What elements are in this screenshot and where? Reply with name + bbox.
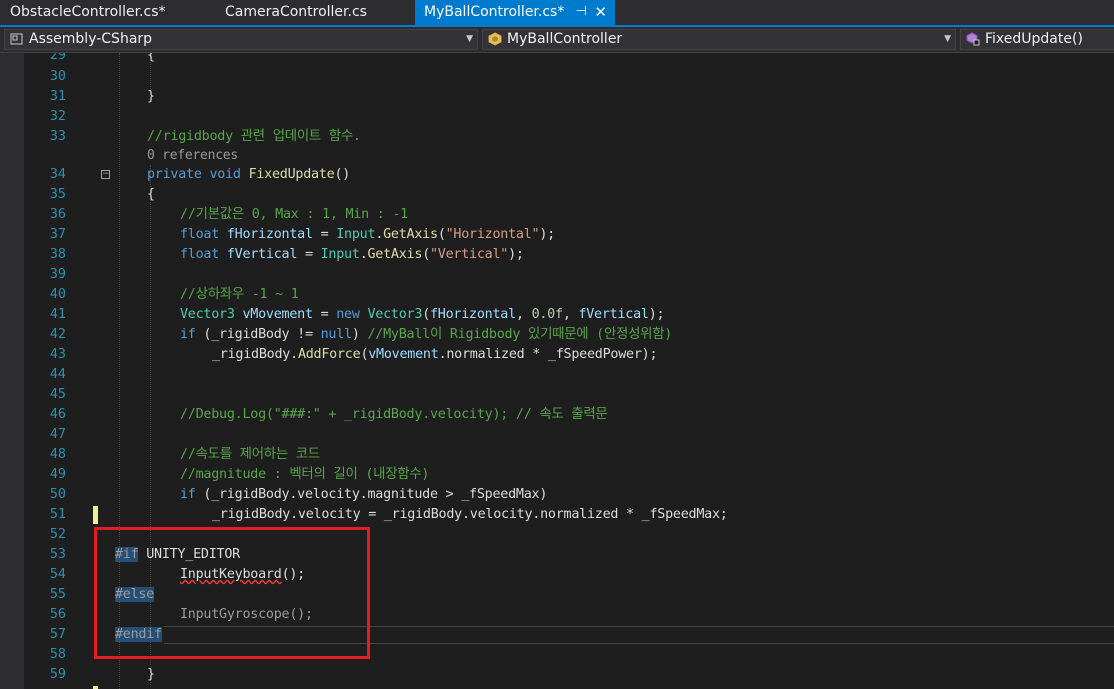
project-name: Assembly-CSharp (29, 31, 153, 47)
class-dropdown[interactable]: MyBallController ▼ (482, 29, 956, 50)
member-name: FixedUpdate() (985, 31, 1083, 47)
line-number: 43 (49, 347, 66, 362)
tab-myball-controller[interactable]: MyBallController.cs* ⊣ ✕ (415, 0, 615, 25)
code-text: _rigidBody.velocity = _rigidBody.velocit… (212, 507, 728, 522)
code-line: 48 //속도를 제어하는 코드 (0, 445, 1114, 465)
code-text: float fHorizontal = Input.GetAxis("Horiz… (180, 227, 555, 242)
code-line: 38 float fVertical = Input.GetAxis("Vert… (0, 245, 1114, 265)
method-icon (966, 32, 980, 46)
tab-label: ObstacleController.cs* (10, 4, 166, 20)
code-text: Vector3 vMovement = new Vector3(fHorizon… (180, 307, 665, 322)
line-number: 52 (49, 527, 66, 542)
code-line: 49 //magnitude : 벡터의 길이 (내장함수) (0, 465, 1114, 485)
class-icon (488, 32, 502, 46)
line-number: 34 (49, 167, 66, 182)
line-number: 38 (49, 247, 66, 262)
line-number: 36 (49, 207, 66, 222)
code-line: 35 { (0, 185, 1114, 205)
line-number: 59 (49, 667, 66, 682)
line-number: 39 (49, 267, 66, 282)
tab-label: MyBallController.cs* (424, 4, 565, 20)
line-number: 45 (49, 387, 66, 402)
code-line: 34 private void FixedUpdate() (0, 165, 1114, 185)
chevron-down-icon: ▼ (944, 34, 951, 44)
tab-label: CameraController.cs (225, 4, 367, 20)
code-line: 47 (0, 425, 1114, 445)
line-number: 31 (49, 89, 66, 104)
code-line: 30 (0, 67, 1114, 87)
code-line: 41 Vector3 vMovement = new Vector3(fHori… (0, 305, 1114, 325)
line-number: 50 (49, 487, 66, 502)
codelens-line: 0 references (0, 147, 1114, 165)
line-number: 54 (49, 567, 66, 582)
code-line: 40 //상하좌우 -1 ~ 1 (0, 285, 1114, 305)
project-dropdown[interactable]: Assembly-CSharp ▼ (4, 29, 478, 50)
line-number: 49 (49, 467, 66, 482)
code-line: 37 float fHorizontal = Input.GetAxis("Ho… (0, 225, 1114, 245)
tab-camera-controller[interactable]: CameraController.cs (205, 0, 415, 25)
line-number: 37 (49, 227, 66, 242)
navigation-bar: Assembly-CSharp ▼ MyBallController ▼ Fix… (0, 27, 1114, 53)
line-number: 53 (49, 547, 66, 562)
code-text: if (_rigidBody.velocity.magnitude > _fSp… (180, 487, 548, 502)
code-line: 33 //rigidbody 관련 업데이트 함수. (0, 127, 1114, 147)
code-line: 44 (0, 365, 1114, 385)
code-comment: //기본값은 0, Max : 1, Min : -1 (180, 207, 408, 222)
code-line: 32 (0, 107, 1114, 127)
line-number: 29 (49, 53, 66, 63)
line-number: 40 (49, 287, 66, 302)
code-line: 50 if (_rigidBody.velocity.magnitude > _… (0, 485, 1114, 505)
line-number: 48 (49, 447, 66, 462)
code-text: _rigidBody.AddForce(vMovement.normalized… (212, 347, 658, 362)
references-codelens[interactable]: 0 references (147, 147, 238, 165)
code-comment: //Debug.Log("###:" + _rigidBody.velocity… (180, 407, 608, 422)
code-line: 31 } (0, 87, 1114, 107)
code-line: 45 (0, 385, 1114, 405)
code-text: if (_rigidBody != null) //MyBall이 Rigidb… (180, 327, 673, 342)
code-line: 42 if (_rigidBody != null) //MyBall이 Rig… (0, 325, 1114, 345)
line-number: 51 (49, 507, 66, 522)
highlight-box (94, 527, 370, 659)
pin-icon[interactable]: ⊣ (576, 0, 587, 24)
line-number: 57 (49, 627, 66, 642)
code-text: } (147, 89, 155, 104)
code-comment: //속도를 제어하는 코드 (180, 447, 320, 462)
code-text: { (147, 187, 155, 202)
line-number: 32 (49, 109, 66, 124)
line-number: 30 (49, 69, 66, 84)
code-comment: //magnitude : 벡터의 길이 (내장함수) (180, 467, 430, 482)
line-number: 42 (49, 327, 66, 342)
tab-obstacle-controller[interactable]: ObstacleController.cs* (0, 0, 205, 25)
line-number: 33 (49, 129, 66, 144)
code-comment: //상하좌우 -1 ~ 1 (180, 287, 299, 302)
line-number: 47 (49, 427, 66, 442)
code-text: float fVertical = Input.GetAxis("Vertica… (180, 247, 524, 262)
line-number: 35 (49, 187, 66, 202)
code-line: 39 (0, 265, 1114, 285)
code-line: 51 _rigidBody.velocity = _rigidBody.velo… (0, 505, 1114, 525)
line-number: 55 (49, 587, 66, 602)
code-line: 59 } (0, 665, 1114, 685)
code-line: 43 _rigidBody.AddForce(vMovement.normali… (0, 345, 1114, 365)
line-number: 58 (49, 647, 66, 662)
code-line: 36 //기본값은 0, Max : 1, Min : -1 (0, 205, 1114, 225)
class-name: MyBallController (507, 31, 623, 47)
code-line: 46 //Debug.Log("###:" + _rigidBody.veloc… (0, 405, 1114, 425)
line-number: 46 (49, 407, 66, 422)
code-text: private void FixedUpdate() (147, 167, 351, 182)
close-icon[interactable]: ✕ (594, 0, 607, 24)
line-number: 56 (49, 607, 66, 622)
chevron-down-icon: ▼ (466, 34, 473, 44)
code-text: } (147, 667, 155, 682)
code-comment: //rigidbody 관련 업데이트 함수. (147, 129, 361, 144)
member-dropdown[interactable]: FixedUpdate() (960, 29, 1114, 50)
code-text: { (147, 53, 155, 63)
line-number: 41 (49, 307, 66, 322)
csharp-project-icon (10, 33, 23, 45)
line-number: 44 (49, 367, 66, 382)
code-line: 29 { (0, 53, 1114, 66)
document-tab-bar: ObstacleController.cs* CameraController.… (0, 0, 1114, 25)
